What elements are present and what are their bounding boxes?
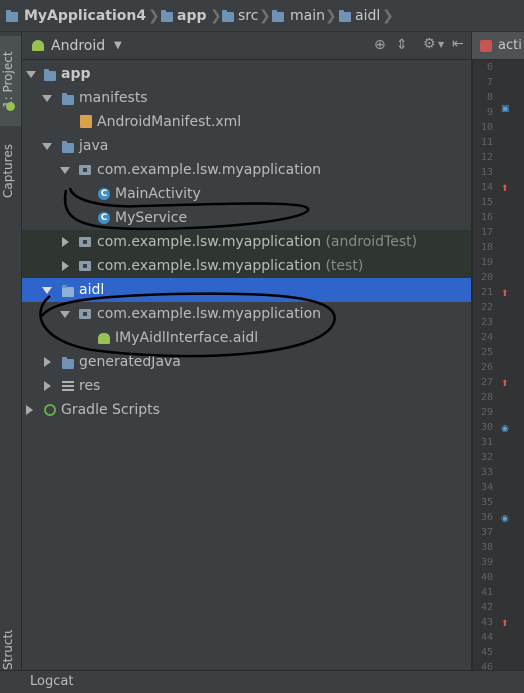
locate-icon[interactable]: ⊕ — [374, 37, 386, 53]
java-file-icon — [480, 40, 492, 52]
tab-captures[interactable]: Captures — [1, 134, 21, 208]
tab-structure[interactable]: Structure — [1, 630, 21, 670]
bottom-tool-bar: Logcat — [0, 670, 524, 693]
file-marker-icon: ▣ — [501, 104, 510, 114]
implement-marker-icon[interactable]: ◉ — [501, 424, 509, 434]
editor-tab[interactable]: acti — [472, 32, 524, 60]
line-number: 19 — [480, 257, 493, 268]
line-number: 35 — [480, 497, 493, 508]
chevron-right-icon: ❯ — [148, 8, 160, 24]
line-number: 33 — [480, 467, 493, 478]
line-number: 31 — [480, 437, 493, 448]
line-number: 22 — [480, 302, 493, 313]
gear-dropdown-icon[interactable]: ▼ — [438, 40, 444, 49]
line-number: 10 — [480, 122, 493, 133]
logcat-tab[interactable]: Logcat — [30, 671, 73, 693]
line-number: 25 — [480, 347, 493, 358]
line-number: 28 — [480, 392, 493, 403]
line-number: 12 — [480, 152, 493, 163]
line-number: 18 — [480, 242, 493, 253]
line-number: 6 — [486, 62, 493, 73]
override-marker-icon[interactable]: ⬆ — [501, 379, 509, 389]
line-number: 40 — [480, 572, 493, 583]
folder-icon — [161, 10, 173, 22]
chevron-right-icon: ❯ — [382, 8, 394, 24]
collapse-all-icon[interactable]: ⇕ — [396, 37, 408, 53]
line-number: 26 — [480, 362, 493, 373]
breadcrumb-project[interactable]: MyApplication4 — [24, 0, 146, 32]
line-number: 38 — [480, 542, 493, 553]
line-number: 16 — [480, 212, 493, 223]
view-mode-select[interactable]: Android — [51, 32, 105, 60]
project-panel-header: Android ▼ ⊕ ⇕ ⚙ ▼ ⇤ — [22, 32, 471, 60]
line-number: 36 — [480, 512, 493, 523]
line-number: 11 — [480, 137, 493, 148]
left-tool-strip: 1: Project Captures Structure — [0, 32, 22, 670]
line-number: 15 — [480, 197, 493, 208]
line-number: 20 — [480, 272, 493, 283]
line-number: 37 — [480, 527, 493, 538]
line-number: 44 — [480, 632, 493, 643]
line-number: 13 — [480, 167, 493, 178]
chevron-right-icon: ❯ — [210, 8, 222, 24]
line-number: 9 — [486, 107, 493, 118]
breadcrumb-app[interactable]: app — [177, 0, 207, 32]
line-number: 42 — [480, 602, 493, 613]
implement-marker-icon[interactable]: ◉ — [501, 514, 509, 524]
line-number: 43 — [480, 617, 493, 628]
folder-icon — [339, 10, 351, 22]
line-number: 29 — [480, 407, 493, 418]
hide-panel-icon[interactable]: ⇤ — [452, 36, 464, 52]
annotation-loop-aidl-package — [39, 292, 336, 358]
override-marker-icon[interactable]: ⬆ — [501, 184, 509, 194]
line-number: 30 — [480, 422, 493, 433]
line-number: 34 — [480, 482, 493, 493]
breadcrumb: MyApplication4 ❯ app ❯ src ❯ main ❯ aidl… — [0, 0, 524, 32]
chevron-right-icon: ❯ — [259, 8, 271, 24]
android-icon — [6, 102, 15, 111]
line-number: 23 — [480, 317, 493, 328]
line-number: 24 — [480, 332, 493, 343]
line-number: 14 — [480, 182, 493, 193]
annotation-loop-java-classes — [63, 187, 310, 231]
breadcrumb-src[interactable]: src — [238, 0, 258, 32]
line-number: 45 — [480, 647, 493, 658]
line-number: 8 — [486, 92, 493, 103]
override-marker-icon[interactable]: ⬆ — [501, 289, 509, 299]
editor-gutter: 6 7 8 9 10 11 12 13 14 15 16 17 18 19 20 21 22 23 24 25 26 27… — [472, 60, 524, 673]
chevron-right-icon: ❯ — [325, 8, 337, 24]
override-marker-icon[interactable]: ⬆ — [501, 619, 509, 629]
line-number: 17 — [480, 227, 493, 238]
android-icon — [32, 40, 44, 51]
line-number: 27 — [480, 377, 493, 388]
breadcrumb-main[interactable]: main — [290, 0, 325, 32]
project-tree: app manifests AndroidManifest.xml java c… — [22, 60, 471, 670]
chevron-down-icon[interactable]: ▼ — [114, 32, 122, 60]
editor-tab-label: acti — [498, 38, 522, 53]
folder-icon — [272, 10, 284, 22]
folder-icon — [222, 10, 234, 22]
line-number: 7 — [486, 77, 493, 88]
line-number: 39 — [480, 557, 493, 568]
line-number: 32 — [480, 452, 493, 463]
gear-icon[interactable]: ⚙ — [423, 36, 436, 52]
line-number: 41 — [480, 587, 493, 598]
breadcrumb-aidl[interactable]: aidl — [355, 0, 380, 32]
annotation-overlay — [39, 187, 336, 358]
line-number: 21 — [480, 287, 493, 298]
module-icon — [6, 10, 18, 22]
